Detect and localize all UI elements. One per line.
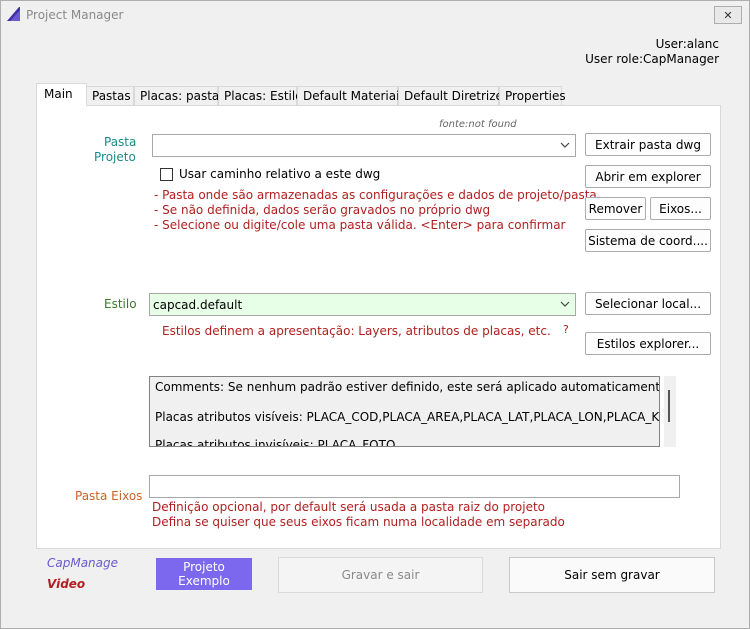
font-note: fonte:not found xyxy=(439,119,517,130)
memo-line: Comments: Se nenhum padrão estiver defin… xyxy=(155,380,660,394)
user-name: User:alanc xyxy=(655,37,719,51)
title-bar: Project Manager ✕ xyxy=(1,1,749,29)
pasta-help-2: - Se não definida, dados serão gravados … xyxy=(154,203,491,217)
tab-placas-estilo[interactable]: Placas: Estilo xyxy=(218,86,303,105)
chevron-down-icon xyxy=(560,301,570,307)
close-button[interactable]: ✕ xyxy=(714,6,742,24)
estilo-combo[interactable]: capcad.default xyxy=(149,293,576,316)
remover-button[interactable]: Remover xyxy=(585,197,646,220)
tab-pastas[interactable]: Pastas xyxy=(86,86,134,105)
pasta-projeto-combo[interactable] xyxy=(152,134,576,157)
window-title: Project Manager xyxy=(26,8,124,22)
estilo-details-memo[interactable]: Comments: Se nenhum padrão estiver defin… xyxy=(149,376,660,447)
estilo-value: capcad.default xyxy=(153,298,243,312)
gravar-e-sair-button[interactable]: Gravar e sair xyxy=(278,557,483,593)
eixos-help-2: Defina se quiser que seus eixos ficam nu… xyxy=(152,515,565,529)
scrollbar-thumb[interactable] xyxy=(668,390,670,422)
memo-line: Placas atributos visíveis: PLACA_COD,PLA… xyxy=(155,410,660,424)
sair-sem-gravar-button[interactable]: Sair sem gravar xyxy=(509,557,715,593)
abrir-explorer-button[interactable]: Abrir em explorer xyxy=(585,165,711,188)
video-link[interactable]: Video xyxy=(47,577,85,591)
capmanage-link[interactable]: CapManage xyxy=(47,556,118,570)
tab-properties[interactable]: Properties xyxy=(499,86,566,105)
estilos-explorer-button[interactable]: Estilos explorer... xyxy=(585,332,711,355)
pasta-label-line2: Projeto xyxy=(94,150,136,164)
app-logo-icon xyxy=(7,7,20,21)
sistema-coord-button[interactable]: Sistema de coord.... xyxy=(585,229,711,252)
eixos-help-1: Definição opcional, por default será usa… xyxy=(152,500,546,514)
extrair-pasta-button[interactable]: Extrair pasta dwg xyxy=(585,133,711,156)
memo-line: Placas atributos invisíveis: PLACA_FOTO xyxy=(155,438,396,447)
pasta-help-3: - Selecione ou digite/cole uma pasta vál… xyxy=(154,218,566,232)
selecionar-local-button[interactable]: Selecionar local... xyxy=(585,292,711,315)
tab-placas-pastas[interactable]: Placas: pastas xyxy=(134,86,226,105)
pasta-label-line1: Pasta xyxy=(104,135,137,149)
relative-path-label: Usar caminho relativo a este dwg xyxy=(179,167,381,181)
close-icon: ✕ xyxy=(723,8,733,22)
user-role: User role:CapManager xyxy=(585,52,719,66)
pasta-eixos-label: Pasta Eixos xyxy=(75,489,143,503)
project-manager-window: Project Manager ✕ User:alanc User role:C… xyxy=(0,0,750,629)
estilo-label: Estilo xyxy=(104,297,137,311)
memo-scrollbar[interactable] xyxy=(664,376,676,447)
projeto-exemplo-button[interactable]: Projeto Exemplo xyxy=(156,558,252,590)
estilo-help-question[interactable]: ? xyxy=(563,323,569,336)
pasta-eixos-input[interactable] xyxy=(149,475,680,498)
relative-path-checkbox[interactable] xyxy=(160,168,173,181)
chevron-down-icon xyxy=(560,142,570,148)
estilo-help: Estilos definem a apresentação: Layers, … xyxy=(162,324,551,338)
tab-default-materiais[interactable]: Default Materiais xyxy=(297,86,406,105)
projeto-exemplo-label: Projeto Exemplo xyxy=(178,560,230,588)
tab-default-diretrizes[interactable]: Default Diretrizes xyxy=(398,86,509,105)
eixos-button[interactable]: Eixos... xyxy=(650,197,711,220)
pasta-help-1: - Pasta onde são armazenadas as configur… xyxy=(154,188,597,202)
tab-main[interactable]: Main xyxy=(36,83,87,106)
